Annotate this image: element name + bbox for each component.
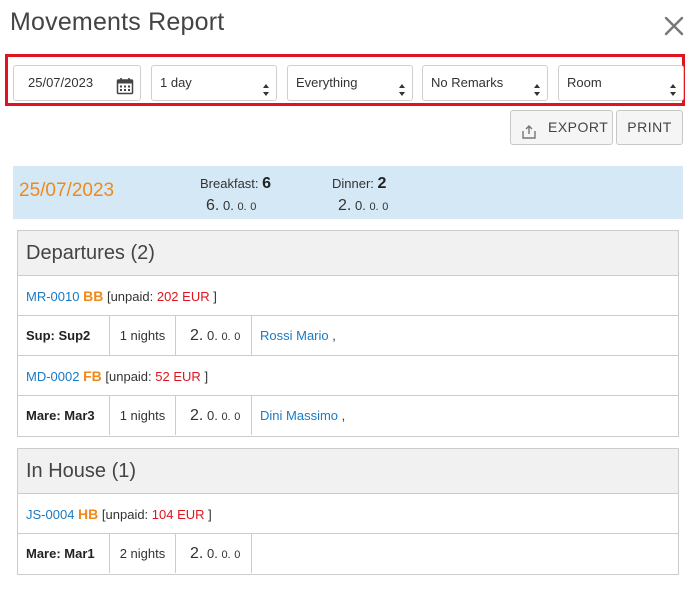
breakdown-part: 0. (206, 328, 218, 343)
close-icon[interactable] (660, 12, 688, 40)
departures-heading: Departures (2) (18, 231, 678, 276)
unpaid-prefix: [unpaid: (101, 507, 149, 522)
breakdown-part: 0. (369, 201, 379, 213)
breakdown-part: 0. (222, 198, 234, 213)
unpaid-amount: 52 EUR (155, 369, 201, 384)
date-input[interactable]: 25/07/2023 (13, 65, 141, 101)
room-name: Sup: Sup2 (18, 316, 110, 355)
meal-plan-badge: HB (78, 506, 99, 522)
room-row: Mare: Mar3 1 nights 2. 0. 0. 0 Dini Mass… (18, 396, 678, 436)
booking-code-link[interactable]: MD-0002 (26, 369, 79, 384)
inhouse-section: In House (1) JS-0004 HB [unpaid: 104 EUR… (17, 448, 679, 575)
unpaid-amount: 104 EUR (151, 507, 205, 522)
inhouse-heading: In House (1) (18, 449, 678, 494)
breakdown-part: 0. (206, 408, 218, 423)
page-title: Movements Report (10, 8, 225, 36)
departures-section: Departures (2) MR-0010 BB [unpaid: 202 E… (17, 230, 679, 437)
breakdown-part: 0. (221, 411, 231, 423)
day-summary: 25/07/2023 Breakfast: 6 6. 0. 0. 0 Dinne… (13, 166, 683, 219)
unpaid-prefix: [unpaid: (106, 289, 154, 304)
dinner-count: 2 (377, 175, 387, 192)
select-arrows-icon (533, 76, 541, 96)
print-button-label: PRINT (627, 119, 672, 135)
breakfast-breakdown: 6. 0. 0. 0 (206, 197, 256, 215)
sort-select[interactable]: Room (558, 65, 684, 101)
breakfast-label: Breakfast: (200, 176, 259, 191)
filter-bar: 25/07/2023 1 day Everything No Remarks R… (5, 54, 685, 106)
dinner-breakdown: 2. 0. 0. 0 (338, 197, 388, 215)
unpaid-suffix: ] (204, 369, 209, 384)
breakdown-part: 2. (190, 327, 204, 344)
booking-code-link[interactable]: JS-0004 (26, 507, 74, 522)
room-row: Mare: Mar1 2 nights 2. 0. 0. 0 (18, 534, 678, 574)
breakdown-part: 0 (250, 201, 257, 213)
unpaid-suffix: ] (213, 289, 217, 304)
guest-link[interactable]: Dini Massimo (260, 408, 338, 423)
breakdown-part: 2. (190, 545, 204, 562)
breakdown-part: 0. (206, 546, 218, 561)
guest-link[interactable]: Rossi Mario (260, 328, 329, 343)
breakdown-part: 0 (234, 549, 241, 561)
nights-count: 1 nights (110, 396, 176, 435)
calendar-icon[interactable] (116, 74, 134, 95)
select-arrows-icon (262, 76, 270, 96)
print-button[interactable]: PRINT (616, 110, 683, 145)
export-button-label: EXPORT (548, 119, 609, 135)
breakfast-count: 6 (262, 175, 272, 192)
meal-breakdown: 2. 0. 0. 0 (176, 396, 252, 435)
booking-row: MR-0010 BB [unpaid: 202 EUR ] (18, 276, 678, 316)
meal-plan-badge: FB (83, 368, 102, 384)
sort-select-value: Room (567, 75, 602, 90)
guest-cell: Dini Massimo , (252, 396, 345, 435)
booking-row: JS-0004 HB [unpaid: 104 EUR ] (18, 494, 678, 534)
unpaid-amount: 202 EUR (156, 289, 210, 304)
unpaid-prefix: [unpaid: (105, 369, 152, 384)
export-icon (521, 119, 537, 139)
breakdown-part: 0. (221, 331, 231, 343)
room-row: Sup: Sup2 1 nights 2. 0. 0. 0 Rossi Mari… (18, 316, 678, 356)
breakdown-part: 0 (234, 331, 241, 343)
unpaid-suffix: ] (208, 507, 212, 522)
duration-select-value: 1 day (160, 75, 192, 90)
nights-count: 1 nights (110, 316, 176, 355)
booking-code-link[interactable]: MR-0010 (26, 289, 79, 304)
export-button[interactable]: EXPORT (510, 110, 613, 145)
modal-header: Movements Report (0, 0, 698, 52)
remarks-select[interactable]: No Remarks (422, 65, 548, 101)
booking-row: MD-0002 FB [unpaid: 52 EUR ] (18, 356, 678, 396)
meal-breakdown: 2. 0. 0. 0 (176, 534, 252, 573)
meal-plan-badge: BB (83, 288, 104, 304)
breakdown-part: 6. (206, 197, 220, 214)
room-name: Mare: Mar1 (18, 534, 110, 573)
meal-breakdown: 2. 0. 0. 0 (176, 316, 252, 355)
dinner-label: Dinner: (332, 176, 374, 191)
nights-count: 2 nights (110, 534, 176, 573)
room-name: Mare: Mar3 (18, 396, 110, 435)
guest-separator: , (341, 408, 346, 423)
breakdown-part: 0 (234, 411, 241, 423)
breakfast-total: Breakfast: 6 (200, 175, 271, 193)
select-arrows-icon (398, 76, 406, 96)
scope-select-value: Everything (296, 75, 358, 90)
guest-separator: , (332, 328, 336, 343)
day-date: 25/07/2023 (19, 180, 115, 201)
select-arrows-icon (669, 76, 677, 96)
date-input-value: 25/07/2023 (28, 75, 94, 90)
remarks-select-value: No Remarks (431, 75, 504, 90)
breakdown-part: 2. (338, 197, 352, 214)
breakdown-part: 0 (382, 201, 389, 213)
breakdown-part: 0. (237, 201, 247, 213)
guest-cell: Rossi Mario , (252, 316, 336, 355)
dinner-total: Dinner: 2 (332, 175, 386, 193)
scope-select[interactable]: Everything (287, 65, 413, 101)
breakdown-part: 2. (190, 407, 204, 424)
breakdown-part: 0. (221, 549, 231, 561)
breakdown-part: 0. (354, 198, 366, 213)
duration-select[interactable]: 1 day (151, 65, 277, 101)
